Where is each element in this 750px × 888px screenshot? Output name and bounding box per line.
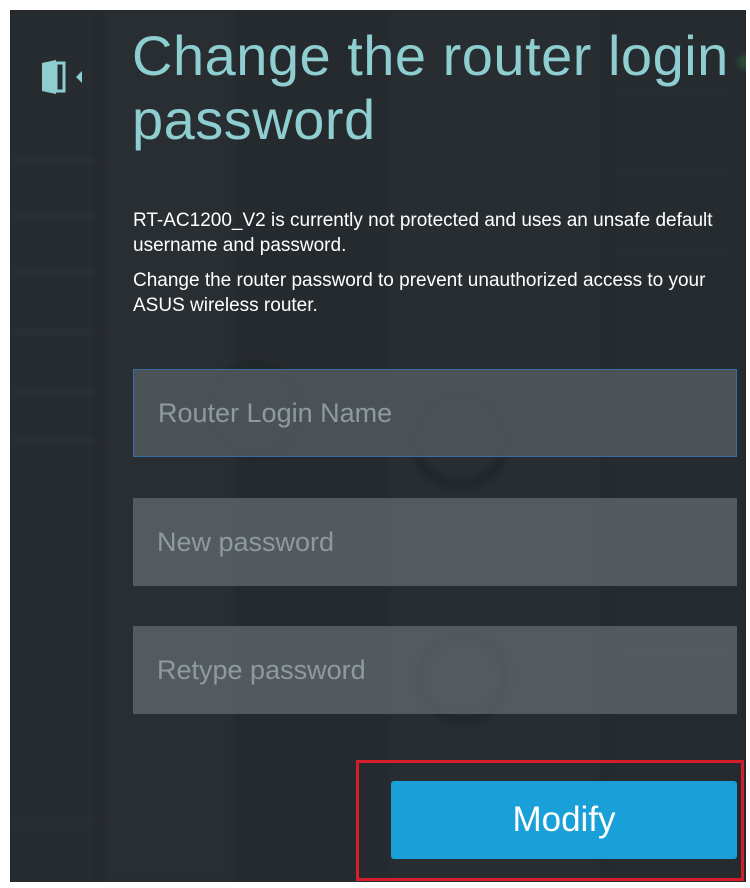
retype-password-input[interactable] <box>133 626 737 714</box>
modify-button[interactable]: Modify <box>391 781 737 859</box>
door-exit-icon <box>42 60 82 94</box>
router-login-dialog: Change the router login password RT-AC12… <box>10 10 746 882</box>
description: RT-AC1200_V2 is currently not protected … <box>133 208 733 328</box>
new-password-input[interactable] <box>133 498 737 586</box>
description-instruction: Change the router password to prevent un… <box>133 270 706 316</box>
router-login-name-input[interactable] <box>133 369 737 457</box>
description-warning: RT-AC1200_V2 is currently not protected … <box>133 210 713 256</box>
page-title: Change the router login password <box>132 24 729 151</box>
